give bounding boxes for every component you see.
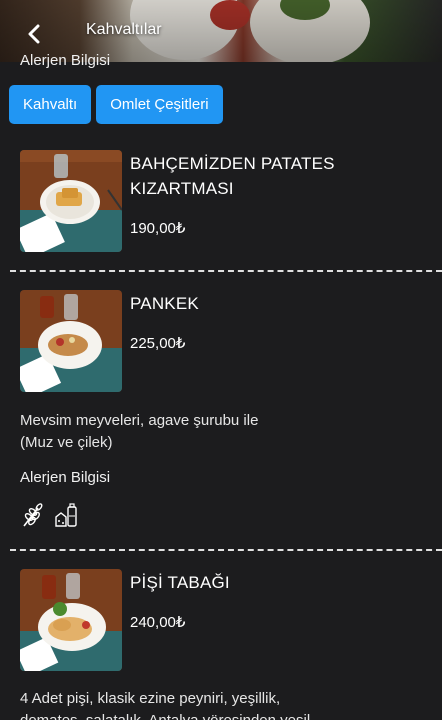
allergen-info-label-cut: Alerjen Bilgisi bbox=[20, 52, 111, 69]
item-price: 240,00₺ bbox=[130, 614, 186, 631]
wheat-icon bbox=[23, 503, 43, 527]
category-chip-kahvalti[interactable]: Kahvaltı bbox=[9, 85, 92, 124]
item-photo-fries bbox=[20, 150, 122, 252]
item-name: PANKEK bbox=[130, 294, 199, 313]
menu-item[interactable]: BAHÇEMİZDEN PATATES KIZARTMASI 190,00₺ bbox=[20, 150, 430, 260]
back-button[interactable] bbox=[20, 20, 48, 48]
chevron-left-icon bbox=[28, 24, 40, 44]
item-price: 190,00₺ bbox=[130, 220, 186, 237]
allergen-info-title: Alerjen Bilgisi bbox=[20, 469, 111, 486]
item-divider bbox=[10, 549, 442, 551]
item-name: BAHÇEMİZDEN PATATES KIZARTMASI bbox=[130, 154, 335, 198]
item-description: 4 Adet pişi, klasik ezine peyniri, yeşil… bbox=[20, 690, 310, 720]
item-divider bbox=[10, 270, 442, 272]
page-title: Kahvaltılar bbox=[86, 21, 162, 38]
dairy-icon bbox=[55, 503, 77, 527]
item-price: 225,00₺ bbox=[130, 335, 186, 352]
menu-item[interactable]: PANKEK 225,00₺ bbox=[20, 290, 430, 392]
category-chips: Kahvaltı Omlet Çeşitleri bbox=[9, 85, 223, 124]
item-photo-pisi bbox=[20, 569, 122, 671]
allergen-icons bbox=[20, 502, 80, 528]
item-name: PİŞİ TABAĞI bbox=[130, 573, 230, 592]
category-chip-omlet[interactable]: Omlet Çeşitleri bbox=[96, 85, 223, 124]
item-description: Mevsim meyveleri, agave şurubu ile (Muz … bbox=[20, 412, 259, 451]
item-photo-pancake bbox=[20, 290, 122, 392]
menu-item[interactable]: PİŞİ TABAĞI 240,00₺ bbox=[20, 569, 430, 671]
